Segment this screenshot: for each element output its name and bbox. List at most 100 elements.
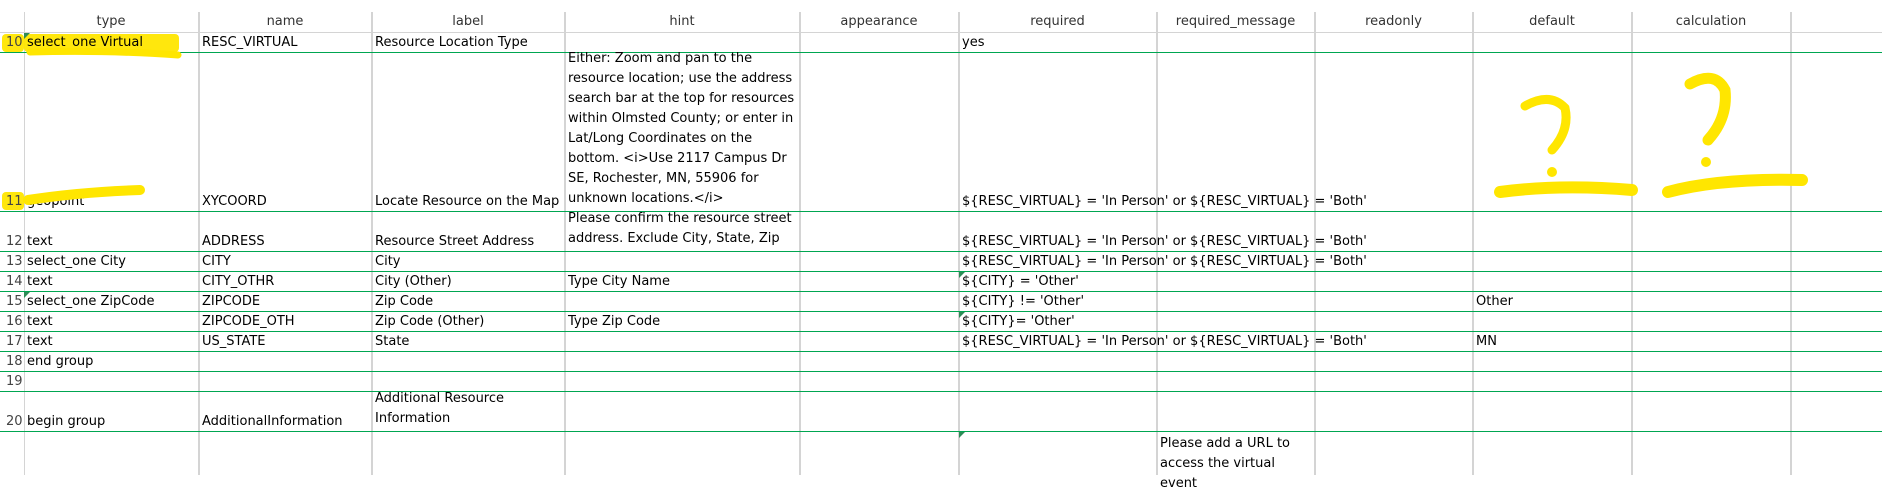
column-header-default[interactable]: default bbox=[1473, 12, 1632, 32]
cell-default[interactable] bbox=[1473, 53, 1632, 211]
cell-required-message[interactable] bbox=[1157, 252, 1315, 271]
cell-calculation[interactable] bbox=[1632, 332, 1791, 351]
cell-label[interactable]: Zip Code bbox=[372, 292, 565, 311]
cell-type[interactable]: text bbox=[24, 272, 199, 291]
cell-required[interactable] bbox=[959, 392, 1157, 431]
cell-required[interactable]: ${CITY} = 'Other' bbox=[959, 272, 1157, 291]
cell-type[interactable]: select_one City bbox=[24, 252, 199, 271]
cell-default[interactable] bbox=[1473, 372, 1632, 391]
cell-name[interactable]: AdditionalInformation bbox=[199, 392, 372, 431]
cell-appearance[interactable] bbox=[800, 33, 959, 52]
cell-hint[interactable]: Either: Zoom and pan to the resource loc… bbox=[565, 51, 800, 211]
cell-default[interactable]: Other bbox=[1473, 292, 1632, 311]
cell-name[interactable]: ZIPCODE_OTH bbox=[199, 312, 372, 331]
cell-label[interactable]: Additional Resource Information bbox=[372, 391, 565, 431]
table-row[interactable]: 12 text ADDRESS Resource Street Address … bbox=[0, 211, 1882, 252]
cell-calculation[interactable] bbox=[1632, 352, 1791, 371]
cell-type[interactable]: begin group bbox=[24, 392, 199, 431]
cell-name[interactable]: CITY bbox=[199, 252, 372, 271]
cell-required-message[interactable] bbox=[1157, 272, 1315, 291]
cell-type[interactable] bbox=[24, 372, 199, 391]
comment-indicator[interactable] bbox=[24, 292, 30, 298]
cell-appearance[interactable] bbox=[800, 272, 959, 291]
cell-type[interactable]: geopoint bbox=[24, 53, 199, 211]
cell-required-message[interactable] bbox=[1157, 352, 1315, 371]
cell-calculation[interactable] bbox=[1632, 272, 1791, 291]
column-header-appearance[interactable]: appearance bbox=[800, 12, 959, 32]
cell-name[interactable]: RESC_VIRTUAL bbox=[199, 33, 372, 52]
cell-calculation[interactable] bbox=[1632, 33, 1791, 52]
cell-hint[interactable]: Please confirm the resource street addre… bbox=[565, 211, 800, 251]
column-header-readonly[interactable]: readonly bbox=[1315, 12, 1473, 32]
comment-indicator[interactable] bbox=[959, 432, 965, 438]
cell-default[interactable] bbox=[1473, 252, 1632, 271]
cell-required[interactable]: ${RESC_VIRTUAL} = 'In Person' or ${RESC_… bbox=[959, 252, 1367, 271]
cell-required[interactable]: ${CITY}= 'Other' bbox=[959, 312, 1157, 331]
cell-hint[interactable] bbox=[565, 332, 800, 351]
cell-label[interactable] bbox=[372, 432, 565, 475]
table-row[interactable]: 14 text CITY_OTHR City (Other) Type City… bbox=[0, 272, 1882, 292]
cell-hint[interactable] bbox=[565, 292, 800, 311]
row-number[interactable]: 17 bbox=[0, 334, 24, 349]
cell-name[interactable]: ADDRESS bbox=[199, 212, 372, 251]
cell-type[interactable]: select_one ZipCode bbox=[24, 292, 199, 311]
cell-hint[interactable]: Type Zip Code bbox=[565, 312, 800, 331]
cell-appearance[interactable] bbox=[800, 352, 959, 371]
column-header-calculation[interactable]: calculation bbox=[1632, 12, 1791, 32]
cell-required[interactable]: ${RESC_VIRTUAL} = 'In Person' or ${RESC_… bbox=[959, 332, 1367, 351]
row-number[interactable]: 12 bbox=[0, 234, 24, 249]
row-number[interactable]: 13 bbox=[0, 254, 24, 269]
row-number[interactable]: 16 bbox=[0, 314, 24, 329]
cell-name[interactable]: XYCOORD bbox=[199, 53, 372, 211]
cell-readonly[interactable] bbox=[1315, 53, 1473, 211]
cell-label[interactable]: State bbox=[372, 332, 565, 351]
cell-name[interactable]: ZIPCODE bbox=[199, 292, 372, 311]
cell-default[interactable] bbox=[1473, 212, 1632, 251]
cell-appearance[interactable] bbox=[800, 372, 959, 391]
cell-default[interactable] bbox=[1473, 352, 1632, 371]
cell-required-message[interactable]: Please add a URL to access the virtual e… bbox=[1157, 432, 1315, 491]
cell-type[interactable]: text bbox=[24, 332, 199, 351]
cell-default[interactable] bbox=[1473, 392, 1632, 431]
cell-hint[interactable] bbox=[565, 392, 800, 431]
cell-appearance[interactable] bbox=[800, 332, 959, 351]
cell-required[interactable]: ${RESC_VIRTUAL} = 'In Person' or ${RESC_… bbox=[959, 212, 1367, 251]
comment-indicator[interactable] bbox=[959, 312, 965, 318]
cell-calculation[interactable] bbox=[1632, 212, 1791, 251]
cell-required-message[interactable] bbox=[1157, 53, 1315, 211]
cell-label[interactable]: Resource Street Address bbox=[372, 212, 565, 251]
row-number[interactable]: 15 bbox=[0, 294, 24, 309]
cell-readonly[interactable] bbox=[1315, 312, 1473, 331]
cell-hint[interactable] bbox=[565, 252, 800, 271]
cell-hint[interactable] bbox=[565, 352, 800, 371]
cell-default[interactable] bbox=[1473, 312, 1632, 331]
column-header-label[interactable]: label bbox=[372, 12, 565, 32]
cell-default[interactable] bbox=[1473, 272, 1632, 291]
cell-hint[interactable] bbox=[565, 372, 800, 391]
column-header-type[interactable]: type bbox=[24, 12, 199, 32]
cell-default[interactable] bbox=[1473, 33, 1632, 52]
table-row[interactable]: Please add a URL to access the virtual e… bbox=[0, 432, 1882, 491]
cell-required[interactable] bbox=[959, 352, 1157, 371]
cell-name[interactable]: US_STATE bbox=[199, 332, 372, 351]
cell-readonly[interactable] bbox=[1315, 292, 1473, 311]
cell-readonly[interactable] bbox=[1315, 392, 1473, 431]
cell-label[interactable]: Zip Code (Other) bbox=[372, 312, 565, 331]
column-header-hint[interactable]: hint bbox=[565, 12, 800, 32]
cell-calculation[interactable] bbox=[1632, 292, 1791, 311]
cell-label[interactable]: City (Other) bbox=[372, 272, 565, 291]
cell-required-message[interactable] bbox=[1157, 392, 1315, 431]
row-number[interactable]: 18 bbox=[0, 354, 24, 369]
cell-type[interactable]: select_one Virtual bbox=[24, 33, 199, 52]
cell-appearance[interactable] bbox=[800, 312, 959, 331]
cell-calculation[interactable] bbox=[1632, 392, 1791, 431]
table-row[interactable]: 17 text US_STATE State ${RESC_VIRTUAL} =… bbox=[0, 332, 1882, 352]
cell-appearance[interactable] bbox=[800, 292, 959, 311]
table-row[interactable]: 19 bbox=[0, 372, 1882, 392]
cell-default[interactable] bbox=[1473, 432, 1632, 475]
cell-required-message[interactable] bbox=[1157, 332, 1315, 351]
row-number[interactable]: 20 bbox=[0, 414, 24, 429]
cell-required[interactable] bbox=[959, 372, 1157, 391]
cell-type[interactable] bbox=[24, 432, 199, 475]
cell-required-message[interactable] bbox=[1157, 212, 1315, 251]
